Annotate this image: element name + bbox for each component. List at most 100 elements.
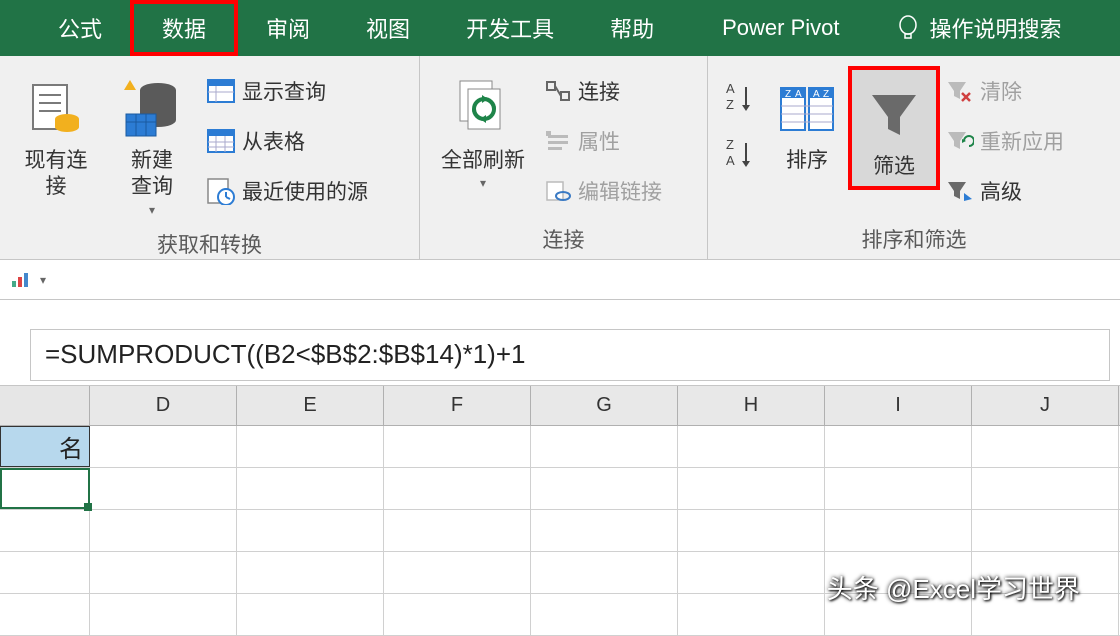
properties-button[interactable]: 属性	[538, 117, 668, 165]
table-row: 名	[0, 426, 1120, 468]
column-header[interactable]: G	[531, 386, 678, 425]
existing-connections-button[interactable]: 现有连接	[8, 66, 104, 205]
tab-review[interactable]: 审阅	[238, 0, 338, 56]
tab-formula[interactable]: 公式	[30, 0, 130, 56]
new-query-button[interactable]: 新建 查询 ▾	[104, 66, 200, 221]
tell-me-label: 操作说明搜索	[929, 12, 1061, 44]
cell[interactable]	[90, 468, 237, 509]
cell[interactable]	[531, 552, 678, 593]
cell[interactable]	[237, 426, 384, 467]
clear-filter-button[interactable]: 清除	[940, 67, 1070, 115]
cell[interactable]	[678, 510, 825, 551]
sort-asc-button[interactable]: AZ	[716, 76, 766, 120]
cell[interactable]	[384, 468, 531, 509]
new-query-label: 新建 查询	[131, 148, 173, 201]
sort-desc-icon: ZA	[724, 137, 758, 171]
cell[interactable]	[825, 468, 972, 509]
advanced-filter-icon	[946, 179, 974, 203]
cell[interactable]	[0, 510, 90, 551]
refresh-all-button[interactable]: 全部刷新 ▾	[428, 66, 538, 194]
tab-data[interactable]: 数据	[130, 0, 238, 56]
column-header[interactable]: F	[384, 386, 531, 425]
table-header-cell[interactable]: 名	[0, 426, 90, 467]
chevron-down-icon[interactable]: ▾	[40, 273, 46, 287]
clear-filter-icon	[946, 79, 974, 103]
cell[interactable]	[90, 426, 237, 467]
ribbon-tabs: 公式 数据 审阅 视图 开发工具 帮助 Power Pivot 操作说明搜索	[0, 0, 1120, 56]
svg-text:A: A	[813, 89, 820, 100]
chevron-down-icon: ▾	[480, 176, 486, 190]
cell[interactable]	[825, 426, 972, 467]
svg-text:A: A	[726, 153, 735, 168]
cell[interactable]	[531, 426, 678, 467]
edit-links-button[interactable]: 编辑链接	[538, 167, 668, 215]
cell[interactable]	[90, 510, 237, 551]
connections-button[interactable]: 连接	[538, 67, 668, 115]
filter-button[interactable]: 筛选	[848, 66, 940, 190]
column-header[interactable]: I	[825, 386, 972, 425]
cell[interactable]	[678, 594, 825, 635]
cell[interactable]	[237, 594, 384, 635]
show-queries-icon	[206, 78, 236, 104]
selected-cell[interactable]	[0, 468, 90, 509]
cell[interactable]	[678, 552, 825, 593]
cell[interactable]	[678, 468, 825, 509]
advanced-filter-button[interactable]: 高级	[940, 167, 1070, 215]
group-label-connections: 连接	[420, 220, 707, 260]
cell[interactable]	[972, 510, 1119, 551]
cell[interactable]	[237, 468, 384, 509]
svg-text:Z: Z	[785, 89, 791, 100]
column-header[interactable]: D	[90, 386, 237, 425]
group-label-sort-filter: 排序和筛选	[708, 220, 1120, 260]
cell[interactable]	[531, 594, 678, 635]
cell[interactable]	[0, 594, 90, 635]
cell[interactable]	[531, 510, 678, 551]
filter-icon	[866, 87, 922, 143]
reapply-icon	[946, 129, 974, 153]
tab-help[interactable]: 帮助	[582, 0, 682, 56]
column-header-partial[interactable]	[0, 386, 90, 425]
reapply-button[interactable]: 重新应用	[940, 117, 1070, 165]
chart-selector-icon[interactable]	[10, 271, 34, 289]
tab-devtools[interactable]: 开发工具	[438, 0, 582, 56]
cell[interactable]	[237, 510, 384, 551]
tab-powerpivot[interactable]: Power Pivot	[682, 0, 867, 56]
cell[interactable]	[90, 552, 237, 593]
edit-links-icon	[544, 179, 572, 203]
ribbon-body: 现有连接 新建 查询 ▾ 显示查询 从表格	[0, 56, 1120, 260]
chevron-down-icon: ▾	[149, 203, 155, 217]
cell[interactable]	[972, 468, 1119, 509]
sort-desc-button[interactable]: ZA	[716, 132, 766, 176]
cell[interactable]	[0, 552, 90, 593]
cell[interactable]	[237, 552, 384, 593]
column-header[interactable]: E	[237, 386, 384, 425]
cell[interactable]	[531, 468, 678, 509]
from-table-button[interactable]: 从表格	[200, 117, 374, 165]
new-query-icon	[120, 76, 184, 142]
cell[interactable]	[384, 510, 531, 551]
table-row	[0, 468, 1120, 510]
column-header[interactable]: J	[972, 386, 1119, 425]
lightbulb-icon	[897, 14, 919, 42]
properties-icon	[544, 129, 572, 153]
cell[interactable]	[678, 426, 825, 467]
sort-icon: ZAAZ	[777, 82, 837, 136]
cell[interactable]	[825, 510, 972, 551]
sort-button[interactable]: ZAAZ 排序	[766, 66, 848, 178]
cell[interactable]	[384, 426, 531, 467]
column-header[interactable]: H	[678, 386, 825, 425]
formula-bar[interactable]: =SUMPRODUCT((B2<$B$2:$B$14)*1)+1	[30, 329, 1110, 381]
tab-view[interactable]: 视图	[338, 0, 438, 56]
from-table-label: 从表格	[242, 126, 305, 156]
show-queries-button[interactable]: 显示查询	[200, 67, 374, 115]
watermark: 头条 @Excel学习世界	[827, 569, 1080, 606]
tell-me-search[interactable]: 操作说明搜索	[897, 12, 1061, 44]
sort-asc-icon: AZ	[724, 81, 758, 115]
clear-filter-label: 清除	[980, 76, 1022, 106]
cell[interactable]	[972, 426, 1119, 467]
cell[interactable]	[384, 594, 531, 635]
recent-sources-button[interactable]: 最近使用的源	[200, 167, 374, 215]
sort-label: 排序	[786, 148, 828, 174]
cell[interactable]	[384, 552, 531, 593]
cell[interactable]	[90, 594, 237, 635]
